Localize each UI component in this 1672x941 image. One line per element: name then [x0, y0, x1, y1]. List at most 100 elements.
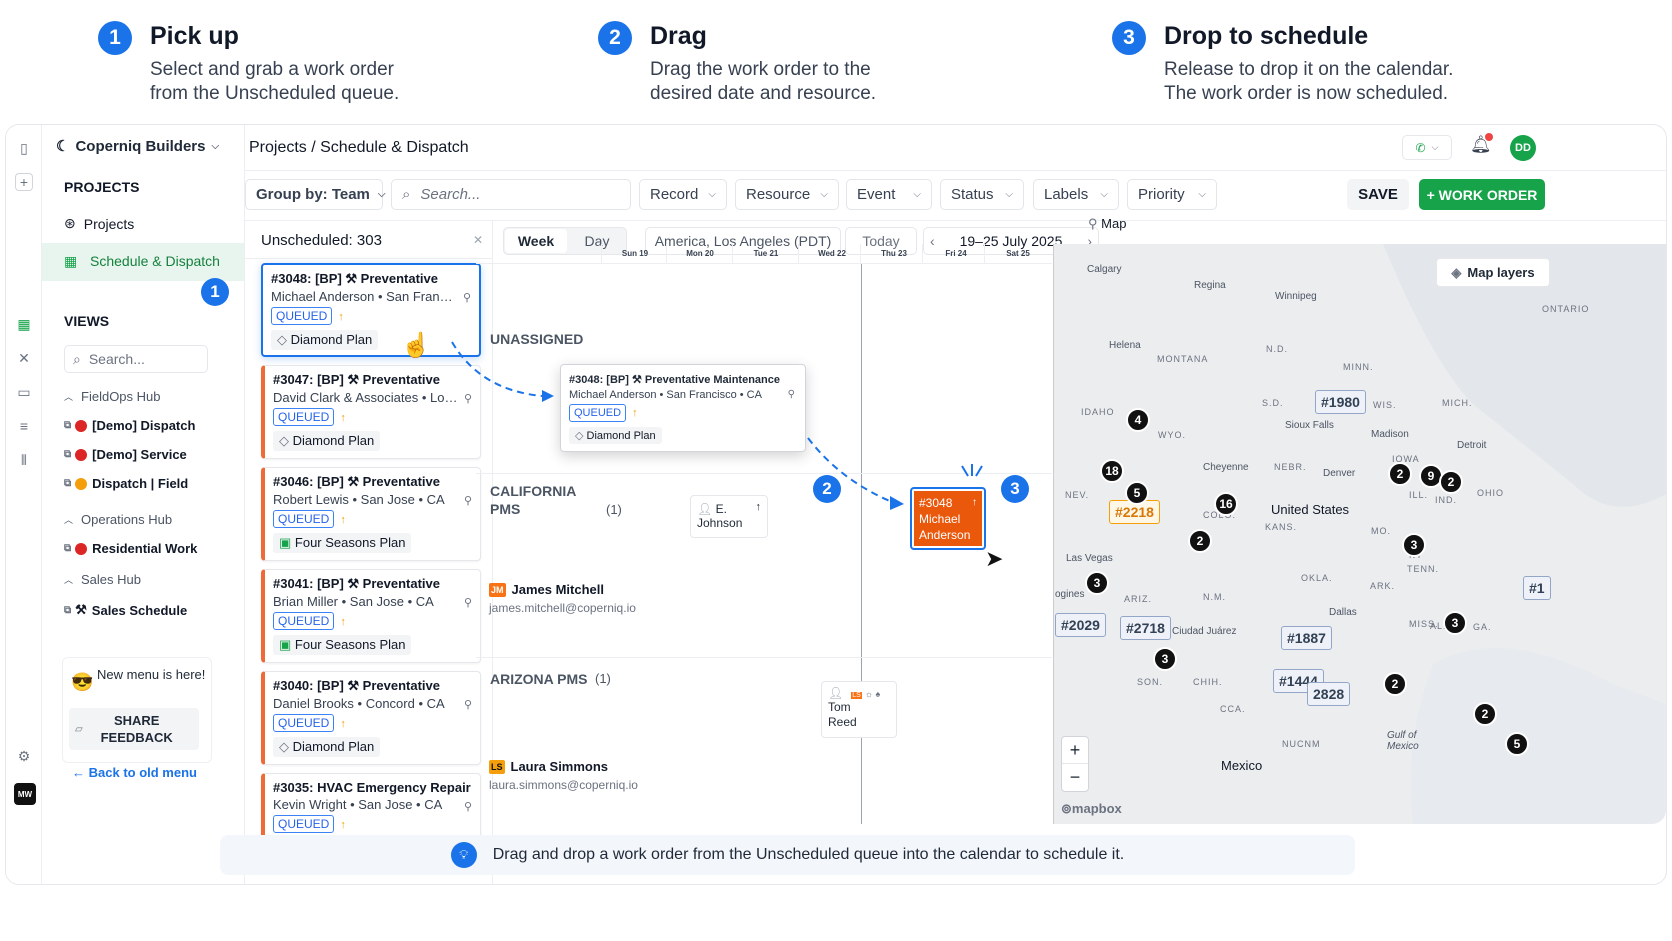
work-order-card[interactable]: #3041: [BP] ⚒ Preventative Brian Miller …: [261, 569, 481, 663]
map-cluster-pin[interactable]: 18: [1100, 459, 1124, 483]
location-icon: ⚲: [463, 801, 472, 813]
user-avatar[interactable]: MW: [14, 783, 36, 805]
day-column-line: [922, 244, 923, 264]
event-tom-reed[interactable]: 👤︎ LS ☼ ♠ Tom Reed: [821, 681, 897, 738]
map-cluster-pin[interactable]: 3: [1153, 647, 1177, 671]
tools-icon: ⚒: [75, 602, 87, 617]
step-2-marker: 2: [813, 475, 841, 503]
map-cluster-pin[interactable]: 3: [1085, 571, 1109, 595]
diamond-icon: ◇: [277, 332, 291, 347]
chevron-down-icon: ⌵: [1100, 189, 1108, 200]
map-work-order-tag[interactable]: 2828: [1307, 682, 1351, 706]
zoom-in-button[interactable]: +: [1062, 737, 1088, 764]
projects-icon: ⊛: [64, 215, 76, 231]
sidebar-toggle-icon[interactable]: ▯: [15, 139, 33, 157]
chevron-down-icon: ⌵: [820, 189, 828, 200]
map-layers-button[interactable]: ◈ Map layers: [1436, 258, 1550, 287]
sidebar-item-sales-schedule[interactable]: ⧉ ⚒ Sales Schedule: [64, 602, 187, 618]
work-order-card[interactable]: #3040: [BP] ⚒ Preventative Daniel Brooks…: [261, 671, 481, 765]
inbox-icon[interactable]: ▭: [15, 383, 33, 401]
day-column-line: [860, 244, 861, 264]
sidebar-item-projects[interactable]: ⊛ Projects: [64, 215, 134, 232]
sidebar-item-residential-work[interactable]: ⧉ Residential Work: [64, 541, 197, 556]
save-button[interactable]: SAVE: [1347, 179, 1409, 210]
step-1-marker: 1: [201, 278, 229, 306]
dropped-event-frame[interactable]: #3048 ↑ Michael Anderson: [910, 487, 986, 550]
share-feedback-button[interactable]: ▱ SHARE FEEDBACK: [69, 708, 199, 750]
mapbox-logo-icon: ⊚: [1061, 801, 1072, 816]
chevron-down-icon: ⌵: [211, 140, 220, 152]
sidebar-item-demo-service[interactable]: ⧉ [Demo] Service: [64, 447, 187, 462]
view-icon: ⧉: [64, 449, 72, 460]
labels-filter[interactable]: Labels ⌵: [1033, 179, 1119, 210]
map-cluster-pin[interactable]: 4: [1126, 408, 1150, 432]
search-icon: ⌕: [402, 186, 411, 203]
map-place-label: NUCNM: [1282, 739, 1321, 749]
day-header: Fri 24: [945, 249, 967, 258]
map-cluster-pin[interactable]: 2: [1388, 462, 1412, 486]
database-icon[interactable]: ≡: [15, 417, 33, 435]
work-order-button[interactable]: + WORK ORDER: [1419, 179, 1545, 210]
map-place-label: IDAHO: [1081, 407, 1115, 417]
location-icon: ⚲: [462, 292, 471, 304]
map-place-label: CCA.: [1220, 704, 1246, 714]
map-work-order-tag[interactable]: #2029: [1055, 613, 1106, 637]
sidebar-item-schedule[interactable]: ▦ Schedule & Dispatch: [42, 243, 244, 281]
phone-dropdown[interactable]: ✆ ⌵: [1402, 135, 1452, 160]
map-place-label: OHIO: [1477, 488, 1505, 498]
map-panel[interactable]: ◈ Map layers Calgary Regina Winnipeg ONTARIO…: [1053, 244, 1666, 824]
zoom-out-button[interactable]: −: [1062, 764, 1088, 791]
map-cluster-pin[interactable]: 2: [1188, 529, 1212, 553]
map-cluster-pin[interactable]: 2: [1383, 672, 1407, 696]
map-place-label: United States: [1271, 502, 1350, 517]
event-filter[interactable]: Event ⌵: [846, 179, 932, 210]
user-avatar[interactable]: DD: [1510, 135, 1536, 161]
map-cluster-pin[interactable]: 16: [1214, 492, 1238, 516]
company-switcher[interactable]: ☾ Coperniq Builders ⌵: [56, 137, 220, 156]
map-cluster-pin[interactable]: 5: [1125, 481, 1149, 505]
record-filter[interactable]: Record ⌵: [639, 179, 727, 210]
operations-hub-group[interactable]: ︿ Operations Hub: [64, 512, 172, 527]
map-cluster-pin[interactable]: 3: [1443, 611, 1467, 635]
drag-path-arrows: [451, 341, 904, 510]
map-toggle[interactable]: ⚲ Map: [1088, 216, 1126, 232]
map-place-label: MICH.: [1442, 398, 1473, 408]
map-cluster-pin[interactable]: 5: [1505, 732, 1529, 756]
arrow-left-icon: ←: [72, 765, 89, 780]
map-work-order-tag[interactable]: #1887: [1281, 626, 1332, 650]
map-cluster-pin[interactable]: 2: [1473, 702, 1497, 726]
search-input[interactable]: ⌕ Search...: [391, 179, 631, 210]
map-work-order-tag[interactable]: #2718: [1120, 616, 1171, 640]
priority-filter[interactable]: Priority ⌵: [1127, 179, 1217, 210]
dropped-work-order[interactable]: #3048 ↑ Michael Anderson: [914, 491, 982, 546]
add-icon[interactable]: +: [15, 173, 33, 191]
views-search-input[interactable]: ⌕ Search...: [64, 345, 208, 373]
map-work-order-tag[interactable]: #1: [1523, 576, 1551, 600]
resource-filter[interactable]: Resource ⌵: [735, 179, 839, 210]
chart-icon[interactable]: ⫴: [15, 451, 33, 469]
sidebar-item-dispatch-field[interactable]: ⧉ Dispatch | Field: [64, 476, 188, 491]
sidebar-item-demo-dispatch[interactable]: ⧉ [Demo] Dispatch: [64, 418, 195, 433]
notification-dot: [1485, 133, 1493, 141]
projects-heading: PROJECTS: [64, 179, 140, 195]
map-cluster-pin[interactable]: 3: [1402, 533, 1426, 557]
sunglasses-icon: 😎: [71, 672, 94, 692]
fieldops-hub-group[interactable]: ︿ FieldOps Hub: [64, 389, 161, 404]
seasons-icon: ▣: [279, 535, 295, 550]
map-work-order-tag[interactable]: #1980: [1315, 390, 1366, 414]
calendar-icon[interactable]: ▦: [15, 315, 33, 333]
tools-icon[interactable]: ✕: [15, 349, 33, 367]
sales-hub-group[interactable]: ︿ Sales Hub: [64, 572, 141, 587]
group-by-dropdown[interactable]: Group by: Team ⌵: [245, 179, 386, 210]
views-heading: VIEWS: [64, 313, 110, 329]
map-place-label: OKLA.: [1301, 573, 1333, 583]
plan-tag: ◇ Diamond Plan: [271, 330, 379, 350]
ls-badge-icon: LS: [851, 692, 862, 699]
map-cluster-pin[interactable]: 2: [1439, 470, 1463, 494]
status-filter[interactable]: Status ⌵: [940, 179, 1024, 210]
layers-icon: ◈: [1451, 264, 1462, 280]
map-place-label: Detroit: [1457, 440, 1487, 451]
back-to-old-menu-link[interactable]: ← Back to old menu: [72, 765, 197, 780]
map-place-label: N.M.: [1203, 592, 1226, 602]
settings-icon[interactable]: ⚙: [15, 747, 33, 765]
